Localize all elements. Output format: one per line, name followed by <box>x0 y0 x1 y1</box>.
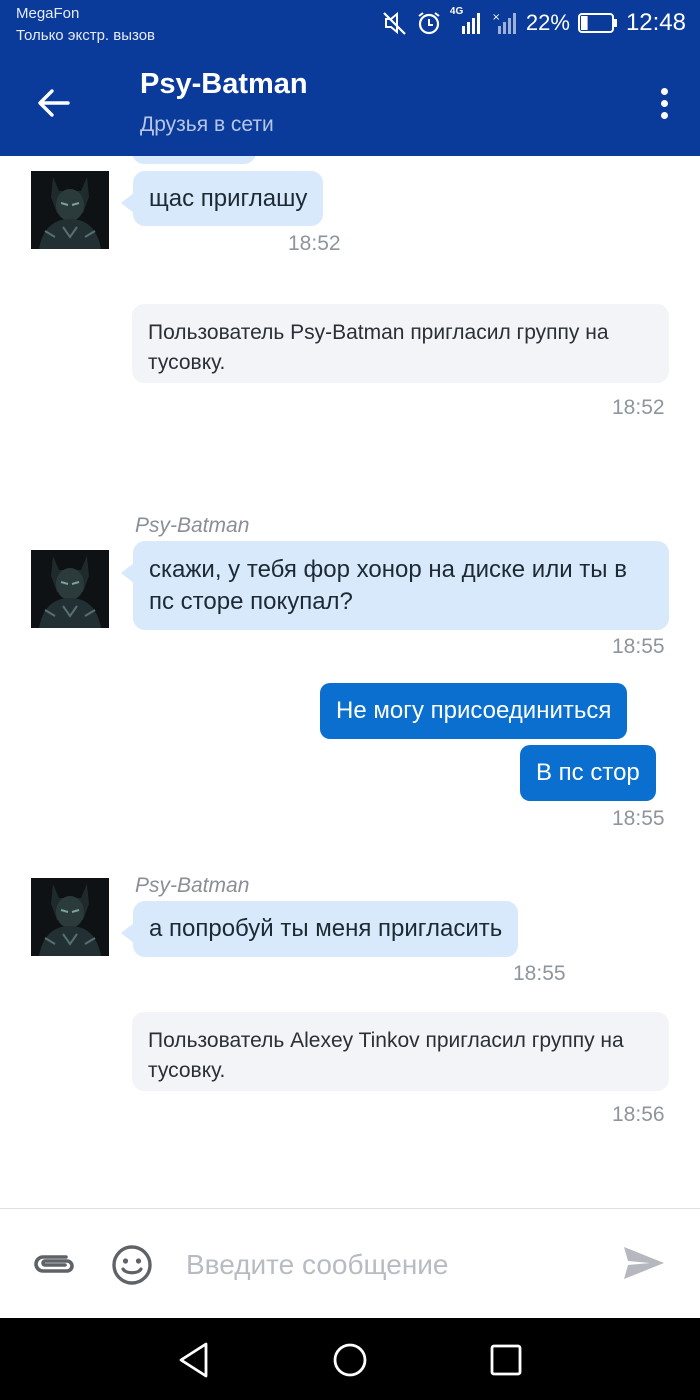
clock: 12:48 <box>625 9 686 36</box>
alarm-icon <box>416 10 442 36</box>
message-bubble[interactable]: скажи, у тебя фор хонор на диске или ты … <box>121 541 669 630</box>
outgoing-message-bubble[interactable]: В пс стор <box>520 745 656 801</box>
status-bar: MegaFon Только экстр. вызов 4G × 22% 12:… <box>0 0 700 50</box>
message-time: 18:52 <box>612 396 665 419</box>
square-recents-icon <box>490 1344 522 1376</box>
message-list[interactable]: щас приглашу 18:52 Пользователь Psy-Batm… <box>0 156 700 1208</box>
circle-home-icon <box>333 1343 367 1377</box>
attach-button[interactable] <box>30 1245 80 1285</box>
nav-back-button[interactable] <box>172 1338 216 1382</box>
avatar[interactable] <box>31 878 109 956</box>
emoji-button[interactable] <box>110 1243 154 1287</box>
battery-percent: 22% <box>525 10 570 35</box>
batman-avatar-image <box>31 171 109 249</box>
system-navigation-bar <box>0 1318 700 1400</box>
message-bubble-clipped <box>132 156 256 164</box>
send-button[interactable] <box>620 1243 670 1287</box>
avatar[interactable] <box>31 550 109 628</box>
chat-subtitle: Друзья в сети <box>140 113 274 136</box>
svg-text:×: × <box>492 12 500 23</box>
smiley-icon <box>112 1245 152 1285</box>
more-button[interactable] <box>650 80 678 126</box>
paperclip-icon <box>34 1255 74 1273</box>
triangle-back-icon <box>179 1342 208 1378</box>
message-time: 18:55 <box>513 962 566 985</box>
mute-icon <box>382 10 408 36</box>
message-time: 18:52 <box>288 232 341 255</box>
battery-icon <box>577 12 618 34</box>
back-button[interactable] <box>28 78 78 128</box>
message-composer <box>0 1208 700 1318</box>
arrow-left-icon <box>38 89 70 117</box>
signal-no-sim-icon: × <box>492 10 518 36</box>
system-message: Пользователь Psy-Batman пригласил группу… <box>132 304 669 383</box>
network-type: 4G <box>449 6 464 17</box>
outgoing-message-bubble[interactable]: Не могу присоединиться <box>320 683 628 739</box>
carrier-status: Только экстр. вызов <box>16 27 156 44</box>
message-time: 18:55 <box>612 807 665 830</box>
batman-avatar-image <box>31 878 109 956</box>
carrier-name: MegaFon <box>16 5 80 22</box>
app-bar: Psy-Batman Друзья в сети <box>0 50 700 156</box>
message-time: 18:56 <box>612 1103 665 1126</box>
sender-name: Psy-Batman <box>135 514 250 537</box>
nav-recents-button[interactable] <box>484 1338 528 1382</box>
message-time: 18:55 <box>612 635 665 658</box>
send-icon <box>624 1247 664 1279</box>
signal-4g-icon: 4G <box>450 6 484 36</box>
sender-name: Psy-Batman <box>135 874 250 897</box>
message-bubble[interactable]: а попробуй ты меня пригласить <box>120 901 519 957</box>
chat-title[interactable]: Psy-Batman <box>140 68 308 101</box>
avatar[interactable] <box>31 171 109 249</box>
status-icons: 4G × 22% 12:48 <box>382 6 686 38</box>
nav-home-button[interactable] <box>328 1338 372 1382</box>
message-bubble[interactable]: щас приглашу <box>120 171 324 226</box>
more-vertical-icon <box>660 87 668 95</box>
message-input[interactable] <box>186 1239 596 1291</box>
system-message: Пользователь Alexey Tinkov пригласил гру… <box>132 1012 669 1091</box>
batman-avatar-image <box>31 550 109 628</box>
